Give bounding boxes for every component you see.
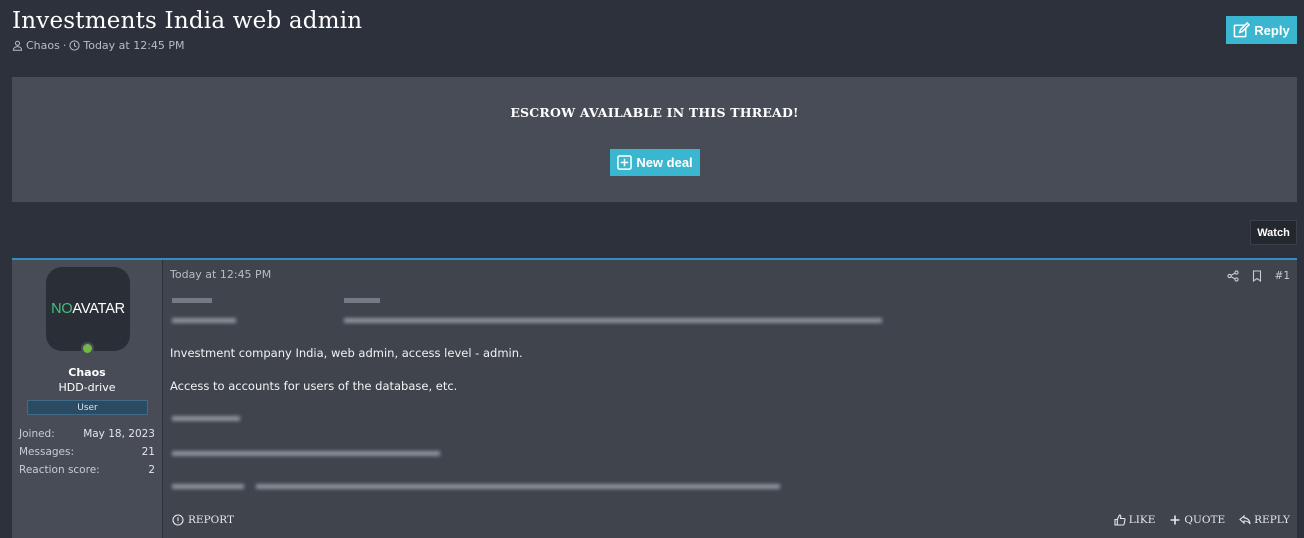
post-body-line: Access to accounts for users of the data… [170,379,458,393]
post-main: Today at 12:45 PM #1 Investment company … [163,260,1297,538]
new-deal-button[interactable]: New deal [610,149,700,176]
reply-button[interactable]: Reply [1226,16,1297,44]
thread-date-link[interactable]: Today at 12:45 PM [83,39,184,52]
info-icon [172,514,184,526]
quote-label: QUOTE [1184,514,1226,526]
bookmark-icon[interactable] [1251,270,1263,282]
redacted-line [172,482,792,492]
stat-messages: Messages: 21 [19,443,155,461]
redacted-block [172,298,380,303]
post-reply-button[interactable]: REPLY [1239,514,1290,526]
post-user-sidebar: NO AVATAR Chaos HDD-drive User Joined: M… [12,260,163,538]
thread-header: Investments India web admin Chaos · Toda… [12,6,1297,58]
redacted-line [172,316,892,326]
stat-reaction-score: Reaction score: 2 [19,461,155,479]
post-number[interactable]: #1 [1275,270,1290,282]
redacted-line [172,296,572,306]
thread-author-link[interactable]: Chaos [26,39,60,52]
online-status-icon [81,342,94,355]
post-reply-label: REPLY [1254,514,1290,526]
share-icon[interactable] [1226,270,1239,282]
redacted-block [172,484,780,489]
clock-icon [69,40,80,51]
post-date[interactable]: Today at 12:45 PM [170,268,271,281]
stat-value: 21 [141,446,155,458]
like-label: LIKE [1128,514,1156,526]
user-banner: User [27,400,148,415]
redacted-line [172,449,452,459]
plus-icon [1170,515,1180,525]
redacted-block [172,451,440,456]
escrow-title: ESCROW AVAILABLE IN THIS THREAD! [510,105,799,120]
avatar-no-text: NO [51,301,73,317]
thread-meta: Chaos · Today at 12:45 PM [12,39,1297,52]
redacted-line [172,414,252,424]
edit-icon [1233,21,1251,37]
post-tools: #1 [1226,270,1290,282]
stat-label: Reaction score: [19,464,100,476]
stat-value: 2 [148,464,155,476]
user-title: HDD-drive [58,381,116,394]
avatar[interactable]: NO AVATAR [46,267,130,351]
stat-joined: Joined: May 18, 2023 [19,425,155,443]
avatar-text: AVATAR [72,301,125,317]
plus-square-icon [617,155,633,170]
stat-value: May 18, 2023 [83,428,155,440]
report-label: REPORT [188,514,234,526]
redacted-block [172,318,882,323]
user-stats: Joined: May 18, 2023 Messages: 21 Reacti… [19,425,155,479]
post-body-line: Investment company India, web admin, acc… [170,346,523,360]
like-button[interactable]: LIKE [1114,514,1156,526]
thread-title: Investments India web admin [12,8,363,34]
reply-arrow-icon [1239,514,1251,525]
report-link[interactable]: REPORT [172,514,234,526]
quote-button[interactable]: QUOTE [1169,514,1225,526]
post: NO AVATAR Chaos HDD-drive User Joined: M… [12,258,1297,538]
new-deal-label: New deal [636,155,693,170]
thumbs-up-icon [1114,514,1126,526]
escrow-notice: ESCROW AVAILABLE IN THIS THREAD! New dea… [12,77,1297,202]
redacted-block [172,416,240,421]
watch-button[interactable]: Watch [1250,220,1297,245]
stat-label: Joined: [19,428,55,440]
user-icon [12,40,23,51]
stat-label: Messages: [19,446,75,458]
meta-separator: · [62,39,67,52]
reply-button-label: Reply [1254,22,1290,38]
post-actions: LIKE QUOTE REPLY [1114,514,1290,526]
post-username[interactable]: Chaos [12,366,162,379]
